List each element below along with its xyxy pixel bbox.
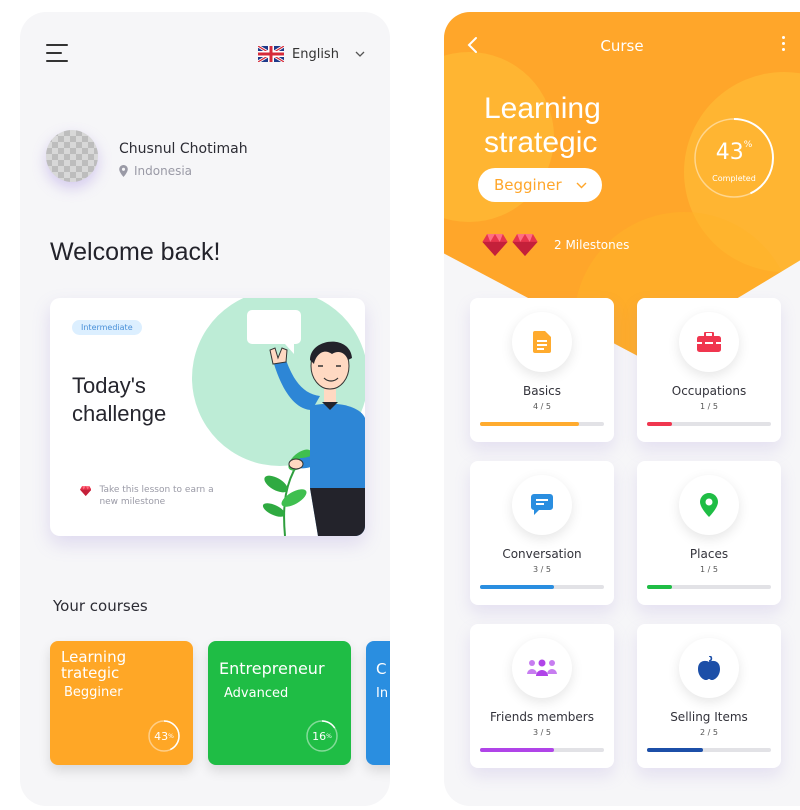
- topic-name: Conversation: [502, 547, 582, 561]
- header-title: Curse: [600, 37, 644, 55]
- topic-card-friends-members[interactable]: Friends members 3 / 5: [470, 624, 614, 768]
- chevron-down-icon: [576, 182, 587, 188]
- course-progress-value: 43%: [154, 729, 174, 743]
- level-dropdown[interactable]: Begginer: [478, 168, 602, 202]
- course-card-partial[interactable]: C In: [366, 641, 390, 765]
- briefcase-icon: [697, 332, 721, 352]
- teacher-illustration: [192, 298, 365, 536]
- topic-progress-bar: [647, 422, 771, 426]
- user-location: Indonesia: [119, 164, 192, 178]
- topic-count: 1 / 5: [700, 402, 718, 411]
- topic-name: Selling Items: [670, 710, 748, 724]
- milestones: 2 Milestones: [482, 234, 629, 256]
- topic-progress-bar: [480, 585, 604, 589]
- level-badge: Intermediate: [72, 320, 142, 335]
- course-screen: Curse Learning strategic Begginer 43% Co…: [444, 12, 800, 806]
- course-card-entrepreneur[interactable]: Entrepreneur Advanced 16%: [208, 641, 351, 765]
- topic-name: Friends members: [490, 710, 594, 724]
- home-screen: English Chusnul Chotimah Indonesia Welco…: [20, 12, 390, 806]
- apple-icon: [698, 656, 720, 680]
- ruby-gem-icon: [512, 234, 538, 256]
- chevron-down-icon: [355, 51, 365, 57]
- location-pin-icon: [119, 165, 128, 177]
- topic-progress-bar: [480, 422, 604, 426]
- language-selector[interactable]: English: [258, 46, 365, 62]
- course-title: Learning strategic: [484, 92, 601, 159]
- course-level: In: [376, 686, 389, 701]
- topic-count: 2 / 5: [700, 728, 718, 737]
- topic-card-selling-items[interactable]: Selling Items 2 / 5: [637, 624, 781, 768]
- course-card-learning-strategic[interactable]: Learning trategic Begginer 43%: [50, 641, 193, 765]
- document-icon: [533, 331, 551, 353]
- chat-icon: [531, 494, 553, 515]
- course-level: Advanced: [224, 686, 289, 701]
- topic-count: 1 / 5: [700, 565, 718, 574]
- topic-count: 4 / 5: [533, 402, 551, 411]
- your-courses-heading: Your courses: [53, 597, 148, 615]
- ruby-gem-icon: [482, 234, 508, 256]
- location-pin-icon: [700, 493, 718, 517]
- topic-card-conversation[interactable]: Conversation 3 / 5: [470, 461, 614, 605]
- level-dropdown-value: Begginer: [494, 176, 562, 194]
- course-title: Entrepreneur: [219, 659, 325, 678]
- welcome-heading: Welcome back!: [50, 238, 221, 266]
- course-progress-value: 16%: [312, 729, 332, 743]
- topic-progress-bar: [647, 585, 771, 589]
- user-name: Chusnul Chotimah: [119, 141, 248, 157]
- avatar[interactable]: [46, 130, 98, 182]
- topic-progress-bar: [480, 748, 604, 752]
- course-level: Begginer: [64, 685, 123, 700]
- ruby-gem-icon: [80, 485, 92, 497]
- user-location-text: Indonesia: [134, 164, 193, 178]
- topic-name: Occupations: [671, 384, 747, 398]
- language-label: English: [292, 46, 339, 62]
- topic-card-occupations[interactable]: Occupations 1 / 5: [637, 298, 781, 442]
- topic-progress-bar: [647, 748, 771, 752]
- course-title: Learning trategic: [61, 648, 127, 682]
- topic-card-places[interactable]: Places 1 / 5: [637, 461, 781, 605]
- course-title: C: [376, 660, 387, 678]
- progress-value: 43%: [715, 140, 753, 165]
- topic-count: 3 / 5: [533, 565, 551, 574]
- topic-name: Basics: [522, 384, 562, 398]
- topic-count: 3 / 5: [533, 728, 551, 737]
- topic-card-basics[interactable]: Basics 4 / 5: [470, 298, 614, 442]
- more-options-icon[interactable]: [782, 36, 786, 54]
- menu-icon[interactable]: [46, 44, 68, 62]
- milestones-label: 2 Milestones: [554, 238, 630, 252]
- topic-name: Places: [689, 547, 729, 561]
- uk-flag-icon: [258, 46, 284, 62]
- todays-challenge-card[interactable]: Intermediate Today's challenge Take this…: [50, 298, 365, 536]
- people-icon: [527, 659, 557, 676]
- progress-label: Completed: [712, 174, 756, 183]
